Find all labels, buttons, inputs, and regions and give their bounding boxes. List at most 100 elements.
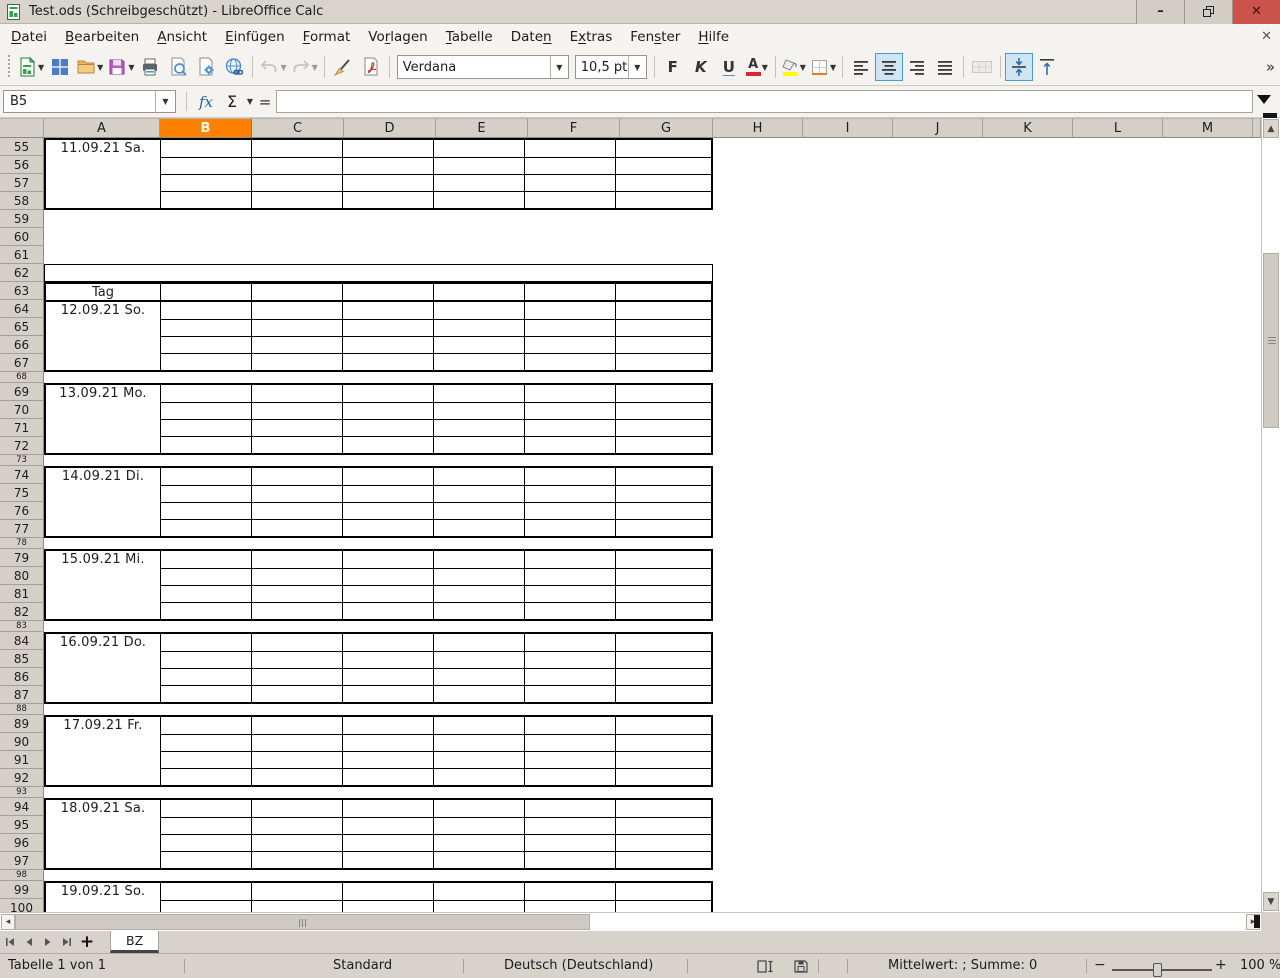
column-header-a[interactable]: A [44,118,160,138]
sheet-cell[interactable] [342,302,433,319]
row-header-78[interactable]: 78 [0,538,44,549]
column-header-d[interactable]: D [344,118,436,138]
row-header-93[interactable]: 93 [0,787,44,798]
row-header-72[interactable]: 72 [0,437,44,455]
sheet-cell[interactable] [524,734,615,751]
sheet-cell[interactable] [342,768,433,785]
sheet-cell[interactable] [342,419,433,436]
sheet-cell[interactable] [433,768,524,785]
sheet-cell[interactable] [342,883,433,900]
row-header-82[interactable]: 82 [0,603,44,621]
row-header-97[interactable]: 97 [0,852,44,870]
sheet-cell[interactable] [615,717,711,734]
row-header-87[interactable]: 87 [0,686,44,704]
row-header-95[interactable]: 95 [0,816,44,834]
sheet-cell[interactable] [342,174,433,191]
sheet-cell[interactable] [615,485,711,502]
sheet-cell[interactable] [433,319,524,336]
sheet-cell[interactable] [433,519,524,536]
sheet-cell[interactable] [160,302,251,319]
sheet-cell[interactable] [160,436,251,453]
sheet-cell[interactable] [615,284,711,300]
font-name-value[interactable]: Verdana [398,60,550,75]
sheet-cell[interactable] [615,634,711,651]
sheet-cell[interactable] [433,602,524,619]
sheet-cell[interactable] [524,834,615,851]
justify-button[interactable] [931,53,959,81]
horizontal-split-handle[interactable] [1254,915,1260,928]
menu-daten[interactable]: Daten [502,27,561,47]
sheet-cell[interactable] [251,568,342,585]
menu-format[interactable]: Format [294,27,360,47]
sheet-cell[interactable] [433,157,524,174]
sheet-cell[interactable] [160,900,251,912]
row-header-86[interactable]: 86 [0,668,44,686]
font-name-dropdown[interactable]: ▼ [550,56,568,78]
sheet-cell[interactable] [433,800,524,817]
row-header-60[interactable]: 60 [0,228,44,246]
sheet-cell[interactable] [251,402,342,419]
row-header-88[interactable]: 88 [0,704,44,715]
sheet-cell[interactable] [433,191,524,208]
row-header-69[interactable]: 69 [0,383,44,401]
redo-dropdown[interactable]: ▼ [312,63,318,72]
next-sheet-button[interactable] [38,931,57,953]
sheet-cell[interactable] [615,551,711,568]
date-cell[interactable]: 16.09.21 Do. [46,634,160,702]
sheet-cell[interactable] [342,402,433,419]
sheet-cell[interactable] [615,668,711,685]
row-header-74[interactable]: 74 [0,466,44,484]
sheet-cell[interactable] [524,436,615,453]
sheet-cell[interactable] [251,319,342,336]
date-cell[interactable]: 14.09.21 Di. [46,468,160,536]
sheet-cell[interactable] [251,419,342,436]
sheet-cell[interactable] [615,734,711,751]
font-color-button[interactable]: A ▼ [743,53,771,81]
sheet-cell[interactable] [342,634,433,651]
sheet-cell[interactable] [524,402,615,419]
sheet-cell[interactable] [433,468,524,485]
sheet-cell[interactable] [251,174,342,191]
row-header-73[interactable]: 73 [0,455,44,466]
center-vertically-button[interactable] [1005,53,1033,81]
sheet-cell[interactable] [524,174,615,191]
sheet-cell[interactable] [251,800,342,817]
sheet-cell[interactable] [160,468,251,485]
row-header-59[interactable]: 59 [0,210,44,228]
sheet-cell[interactable] [615,402,711,419]
sheet-cell[interactable] [524,751,615,768]
sheet-cell[interactable] [160,402,251,419]
scroll-left-button[interactable]: ◂ [1,914,15,930]
sheet-cell[interactable] [251,385,342,402]
sheet-cell[interactable] [342,568,433,585]
sheet-cell[interactable] [524,634,615,651]
add-sheet-button[interactable]: + [76,931,98,953]
merge-cells-button[interactable] [968,53,996,81]
sheet-cell[interactable] [342,685,433,702]
sheet-cell[interactable] [160,191,251,208]
sheet-cell[interactable] [342,751,433,768]
sheet-cell[interactable] [615,834,711,851]
formula-button[interactable]: = [257,90,273,113]
sheet-cell[interactable] [342,502,433,519]
zoom-slider-thumb[interactable] [1153,963,1162,977]
undo-dropdown[interactable]: ▼ [280,63,286,72]
export-pdf-button[interactable] [357,53,385,81]
sheet-cell[interactable] [342,353,433,370]
highlight-color-button[interactable]: ▼ [780,53,808,81]
sheet-cell[interactable] [433,140,524,157]
page-gear-button[interactable] [192,53,220,81]
menu-tabelle[interactable]: Tabelle [437,27,502,47]
overwrite-mode-icon[interactable] [757,960,775,977]
sheet-cell[interactable] [251,668,342,685]
sheet-cell[interactable] [433,336,524,353]
sheet-cell[interactable] [524,284,615,300]
open-file-dropdown[interactable]: ▼ [97,63,103,72]
date-cell[interactable]: 17.09.21 Fr. [46,717,160,785]
sheet-cell[interactable] [160,568,251,585]
row-header-79[interactable]: 79 [0,549,44,567]
sheet-cell[interactable] [615,800,711,817]
menu-vorlagen[interactable]: Vorlagen [359,27,436,47]
page-style[interactable]: Standard [333,958,392,973]
sheet-cell[interactable] [160,883,251,900]
